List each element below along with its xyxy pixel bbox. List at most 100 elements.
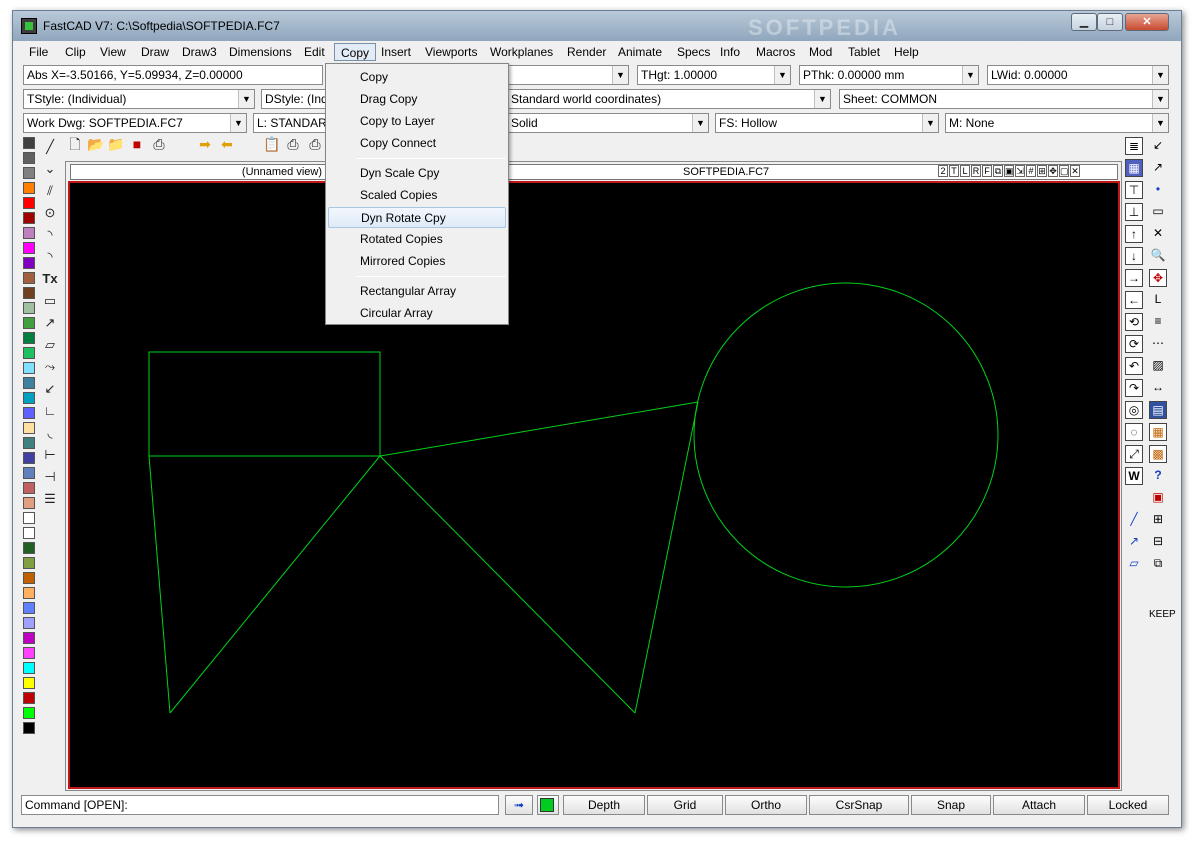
split-bottom-icon[interactable]: ⊥ <box>1125 203 1143 221</box>
parallel-lines-tool-icon[interactable]: ⫽ <box>40 181 60 201</box>
color-swatch[interactable] <box>23 197 35 209</box>
menu-draw[interactable]: Draw <box>135 43 175 61</box>
color-swatch[interactable] <box>23 407 35 419</box>
layer-combo[interactable]: L: STANDARD <box>253 113 333 133</box>
color-swatch[interactable] <box>23 482 35 494</box>
layers-icon[interactable]: ≣ <box>1125 137 1143 155</box>
hatch-icon[interactable]: ≡ <box>1149 313 1167 331</box>
menu-draw3[interactable]: Draw3 <box>176 43 223 61</box>
move-up-icon[interactable]: ↑ <box>1125 225 1143 243</box>
zoom-window-icon[interactable]: ⤢ <box>1125 445 1143 463</box>
viewport-control-button[interactable]: 2 <box>938 165 948 177</box>
color-swatch[interactable] <box>23 587 35 599</box>
window-select-icon[interactable]: ▭ <box>1149 203 1167 221</box>
rectangular-array-menu-item[interactable]: Rectangular Array <box>328 281 506 302</box>
fill-style-combo[interactable]: FS: Hollow ▼ <box>715 113 939 133</box>
move-down-icon[interactable]: ↓ <box>1125 247 1143 265</box>
viewport-control-button[interactable]: ▢ <box>1059 165 1069 177</box>
color-swatch[interactable] <box>23 692 35 704</box>
line-tool-icon[interactable]: ╱ <box>40 137 60 157</box>
move-right-icon[interactable]: → <box>1125 269 1143 287</box>
move-left-icon[interactable]: ← <box>1125 291 1143 309</box>
viewport-control-button[interactable]: ✕ <box>1070 165 1080 177</box>
copy-menu-item[interactable]: Copy <box>328 67 506 88</box>
menu-specs[interactable]: Specs <box>671 43 716 61</box>
viewport-control-button[interactable]: R <box>971 165 981 177</box>
text-tool-icon[interactable]: Tx <box>40 269 60 289</box>
split-view-icon[interactable]: ⊤ <box>1125 181 1143 199</box>
work-drawing-combo[interactable]: Work Dwg: SOFTPEDIA.FC7 ▼ <box>23 113 247 133</box>
menu-mod[interactable]: Mod <box>803 43 838 61</box>
color-swatch[interactable] <box>23 332 35 344</box>
spin-icon[interactable]: ◌ <box>1125 423 1143 441</box>
coordinate-system-combo[interactable]: Standard world coordinates) ▼ <box>507 89 831 109</box>
color-swatch[interactable] <box>23 437 35 449</box>
line-style-combo[interactable]: Solid ▼ <box>507 113 709 133</box>
color-swatch[interactable] <box>23 152 35 164</box>
grid-button[interactable]: Grid <box>647 795 723 815</box>
menu-dimensions[interactable]: Dimensions <box>223 43 298 61</box>
cross-select-icon[interactable]: ✕ <box>1149 225 1167 243</box>
explode-icon[interactable]: ⊟ <box>1149 533 1167 551</box>
color-swatch[interactable] <box>23 257 35 269</box>
redo-icon[interactable]: ↷ <box>1125 379 1143 397</box>
pan-icon[interactable]: ✥ <box>1149 269 1167 287</box>
rectangle-tool-icon[interactable]: ▭ <box>40 291 60 311</box>
insert-symbol-icon[interactable]: ⊞ <box>1149 511 1167 529</box>
color-swatch[interactable] <box>23 512 35 524</box>
text-height-combo[interactable]: THgt: 1.00000 ▼ <box>637 65 791 85</box>
viewport-control-button[interactable]: ⇲ <box>1015 165 1025 177</box>
text-style-combo[interactable]: TStyle: (Individual) ▼ <box>23 89 255 109</box>
plane-thickness-combo[interactable]: PThk: 0.00000 mm ▼ <box>799 65 979 85</box>
menu-info[interactable]: Info <box>714 43 746 61</box>
keep-icon[interactable]: KEEP <box>1149 607 1176 625</box>
maximize-button[interactable]: □ <box>1097 13 1123 31</box>
undo-icon[interactable]: ↶ <box>1125 357 1143 375</box>
menu-view[interactable]: View <box>94 43 132 61</box>
draw-line-icon[interactable]: ╱ <box>1125 511 1143 529</box>
color-swatch[interactable] <box>23 707 35 719</box>
color-swatch[interactable] <box>23 287 35 299</box>
rotated-copies-menu-item[interactable]: Rotated Copies <box>328 229 506 250</box>
menu-macros[interactable]: Macros <box>750 43 801 61</box>
color-swatch[interactable] <box>23 542 35 554</box>
menu-viewports[interactable]: Viewports <box>419 43 483 61</box>
color-swatch[interactable] <box>23 317 35 329</box>
dyn-scale-copy-menu-item[interactable]: Dyn Scale Cpy <box>328 163 506 184</box>
drawing-canvas[interactable] <box>68 181 1120 789</box>
viewport-control-button[interactable]: F <box>982 165 992 177</box>
menu-insert[interactable]: Insert <box>375 43 417 61</box>
leader-tool-icon[interactable]: ↗ <box>40 313 60 333</box>
viewport-control-button[interactable]: # <box>1026 165 1036 177</box>
sheet-combo[interactable]: Sheet: COMMON ▼ <box>839 89 1169 109</box>
menu-animate[interactable]: Animate <box>612 43 668 61</box>
open-folder-icon[interactable]: 📂 <box>87 136 104 152</box>
properties-icon[interactable]: ▦ <box>1125 159 1143 177</box>
arc-tool-icon[interactable]: ◝ <box>40 225 60 245</box>
color-swatch[interactable] <box>23 557 35 569</box>
curve-tool-icon[interactable]: ◝ <box>40 247 60 267</box>
color-swatch[interactable] <box>23 572 35 584</box>
color-swatch[interactable] <box>23 647 35 659</box>
fillet-tool-icon[interactable]: ↙ <box>40 379 60 399</box>
info-icon[interactable]: ▣ <box>1149 489 1167 507</box>
color-swatch[interactable] <box>23 662 35 674</box>
hidden-combo-1[interactable]: ▼ <box>507 65 629 85</box>
list-tool-icon[interactable]: ☰ <box>40 489 60 509</box>
point-icon[interactable]: • <box>1149 181 1167 199</box>
viewport-control-button[interactable]: L <box>960 165 970 177</box>
viewport-control-button[interactable]: ✥ <box>1048 165 1058 177</box>
arrow-southwest-icon[interactable]: ↙ <box>1149 137 1167 155</box>
color-swatch[interactable] <box>23 167 35 179</box>
color-swatch[interactable] <box>23 602 35 614</box>
arrow-northeast-icon[interactable]: ↗ <box>1149 159 1167 177</box>
vertical-dim-tool-icon[interactable]: ⊣ <box>40 467 60 487</box>
draw-shape-icon[interactable]: ▱ <box>1125 555 1143 573</box>
menu-help[interactable]: Help <box>888 43 925 61</box>
grid-icon[interactable]: ▦ <box>1149 423 1167 441</box>
zoom-icon[interactable]: 🔍 <box>1149 247 1167 265</box>
table-icon[interactable]: ▤ <box>1149 401 1167 419</box>
menu-workplanes[interactable]: Workplanes <box>484 43 559 61</box>
print-icon[interactable]: ⎙ <box>151 136 167 152</box>
rotate-icon[interactable]: ⟲ <box>1125 313 1143 331</box>
